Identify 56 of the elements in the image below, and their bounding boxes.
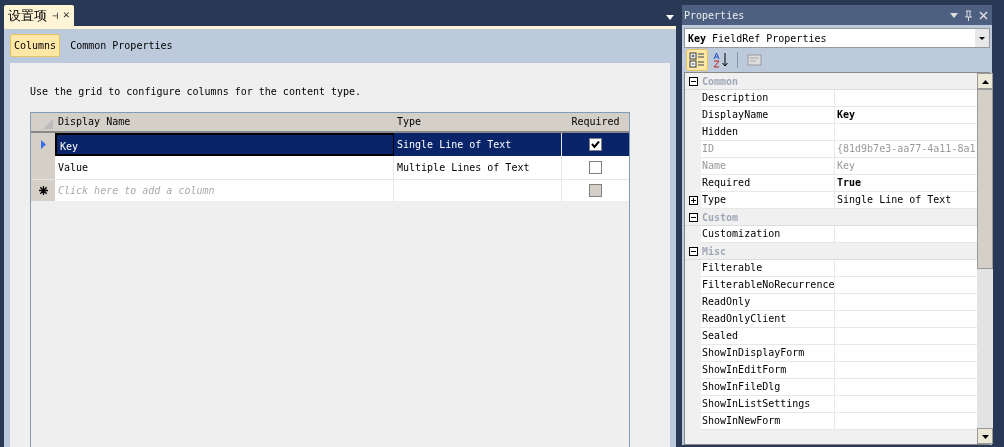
instructions-text: Use the grid to configure columns for the content type. <box>30 85 363 98</box>
property-name[interactable]: FilterableNoRecurrence <box>701 277 835 294</box>
property-name[interactable]: ShowInDisplayForm <box>701 345 835 362</box>
row-pointer-icon <box>40 140 46 149</box>
property-name[interactable]: DisplayName <box>701 107 835 124</box>
close-icon[interactable]: ✕ <box>63 7 70 24</box>
pin-icon[interactable]: ⊣ <box>52 8 59 23</box>
property-name[interactable]: Customization <box>701 226 835 243</box>
categorized-icon[interactable] <box>689 52 705 68</box>
sort-icon[interactable] <box>713 52 729 68</box>
dropdown-icon[interactable] <box>666 15 674 20</box>
property-name[interactable]: ShowInNewForm <box>701 413 835 430</box>
checkbox[interactable] <box>589 161 602 174</box>
collapse-icon[interactable] <box>688 246 698 256</box>
column-header[interactable]: Required <box>562 113 629 131</box>
property-name[interactable]: ReadOnlyClient <box>701 311 835 328</box>
table-cell[interactable]: Key <box>55 133 394 156</box>
scroll-up-icon[interactable] <box>977 73 994 89</box>
subtab[interactable]: Columns <box>10 33 61 57</box>
category-label: Misc <box>701 244 728 259</box>
close-icon[interactable] <box>979 10 988 20</box>
property-value[interactable]: Key <box>835 107 978 124</box>
scrollbar[interactable] <box>977 73 994 444</box>
document-tab-title: 设置项 <box>8 6 47 25</box>
pin-icon[interactable] <box>964 9 973 21</box>
panel-title: Properties <box>684 8 746 23</box>
object-selector[interactable]: Key FieldRef Properties <box>684 28 990 48</box>
property-name[interactable]: Type <box>701 192 835 209</box>
document-tab[interactable]: 设置项 ⊣ ✕ <box>4 5 74 26</box>
property-value[interactable]: Single Line of Text <box>835 192 978 209</box>
collapse-icon[interactable] <box>688 212 698 222</box>
scroll-thumb[interactable] <box>977 89 994 269</box>
new-row-icon <box>38 186 48 195</box>
property-name[interactable]: ShowInFileDlg <box>701 379 835 396</box>
property-name[interactable]: ShowInListSettings <box>701 396 835 413</box>
property-value[interactable]: True <box>835 175 978 192</box>
caret-icon <box>975 29 989 47</box>
subtab[interactable]: Common Properties <box>66 33 177 57</box>
property-name[interactable]: Hidden <box>701 124 835 141</box>
column-header[interactable]: Type <box>394 113 562 131</box>
collapse-icon[interactable] <box>688 76 698 86</box>
category-label: Common <box>701 74 740 89</box>
row-header[interactable] <box>31 180 55 201</box>
category-label: Custom <box>701 210 740 225</box>
scroll-down-icon[interactable] <box>977 428 994 444</box>
object-selector-text: Key FieldRef Properties <box>687 31 828 46</box>
property-name[interactable]: ReadOnly <box>701 294 835 311</box>
property-name[interactable]: Required <box>701 175 835 192</box>
checkbox[interactable] <box>589 138 602 151</box>
property-name[interactable]: Filterable <box>701 260 835 277</box>
property-name[interactable]: Description <box>701 90 835 107</box>
property-name[interactable]: ShowInEditForm <box>701 362 835 379</box>
corner-icon <box>43 119 53 129</box>
expand-icon[interactable] <box>688 196 698 205</box>
column-header[interactable]: Display Name <box>55 113 394 131</box>
property-name[interactable]: Sealed <box>701 328 835 345</box>
